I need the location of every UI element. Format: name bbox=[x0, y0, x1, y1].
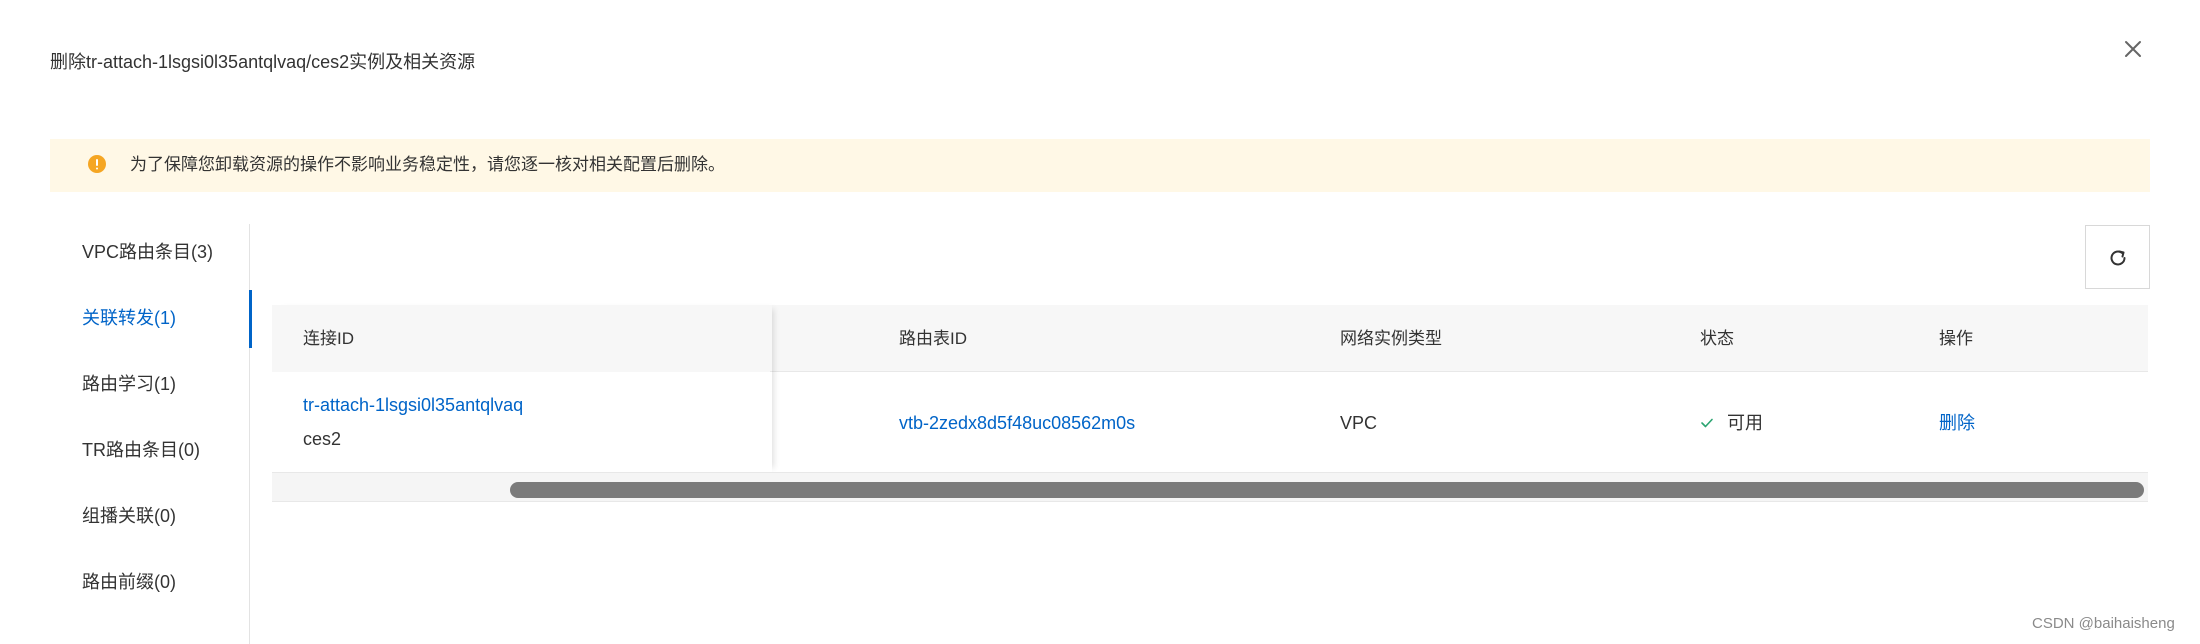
tab-label: 路由前缀(0) bbox=[82, 572, 176, 592]
tab-label: 路由学习(1) bbox=[82, 374, 176, 394]
watermark: CSDN @baihaisheng bbox=[2032, 615, 2175, 632]
tab-associated-forwarding[interactable]: 关联转发(1) bbox=[50, 290, 252, 348]
table-header: 连接ID 路由表ID 网络实例类型 状态 操作 bbox=[272, 305, 2148, 372]
instance-type: VPC bbox=[1340, 413, 1378, 433]
warning-alert: 为了保障您卸载资源的操作不影响业务稳定性，请您逐一核对相关配置后删除。 bbox=[50, 139, 2150, 192]
tab-vpc-route-entries[interactable]: VPC路由条目(3) bbox=[50, 224, 250, 282]
delete-link[interactable]: 删除 bbox=[1939, 411, 1975, 435]
tab-tr-route-entries[interactable]: TR路由条目(0) bbox=[50, 422, 250, 480]
tab-label: VPC路由条目(3) bbox=[82, 242, 214, 262]
tab-label: 组播关联(0) bbox=[82, 506, 176, 526]
column-header-attachment-id: 连接ID bbox=[303, 329, 354, 348]
column-header-status: 状态 bbox=[1700, 329, 1734, 348]
status-text: 可用 bbox=[1727, 413, 1763, 433]
tab-label: TR路由条目(0) bbox=[82, 440, 200, 460]
alert-text: 为了保障您卸载资源的操作不影响业务稳定性，请您逐一核对相关配置后删除。 bbox=[130, 155, 725, 174]
tab-route-learning[interactable]: 路由学习(1) bbox=[50, 356, 250, 414]
close-button[interactable] bbox=[2118, 34, 2148, 64]
delete-dialog: 删除tr-attach-1lsgsi0l35antqlvaq/ces2实例及相关… bbox=[0, 0, 2200, 644]
tab-label: 关联转发(1) bbox=[82, 308, 176, 328]
tab-multicast-association[interactable]: 组播关联(0) bbox=[50, 488, 250, 546]
route-table-id-link[interactable]: vtb-2zedx8d5f48uc08562m0s bbox=[899, 411, 1135, 435]
column-header-action: 操作 bbox=[1939, 329, 1973, 348]
check-icon bbox=[1701, 418, 1713, 428]
dialog-title: 删除tr-attach-1lsgsi0l35antqlvaq/ces2实例及相关… bbox=[50, 52, 476, 72]
table-row: tr-attach-1lsgsi0l35antqlvaq ces2 vtb-2z… bbox=[272, 372, 2148, 478]
attachment-name: ces2 bbox=[303, 429, 342, 449]
scrollbar-thumb[interactable] bbox=[510, 482, 2144, 498]
refresh-button[interactable] bbox=[2085, 225, 2150, 289]
close-icon bbox=[2125, 41, 2141, 57]
warning-icon bbox=[88, 155, 106, 173]
resource-tabs: VPC路由条目(3) 关联转发(1) 路由学习(1) TR路由条目(0) 组播关… bbox=[50, 224, 252, 644]
column-header-instance-type: 网络实例类型 bbox=[1340, 329, 1442, 348]
forwarding-table: 连接ID 路由表ID 网络实例类型 状态 操作 tr-attach-1lsgsi… bbox=[272, 305, 2148, 502]
refresh-icon bbox=[2110, 250, 2126, 266]
tab-route-prefix[interactable]: 路由前缀(0) bbox=[50, 554, 250, 612]
column-header-route-table-id: 路由表ID bbox=[899, 329, 967, 348]
attachment-id-link[interactable]: tr-attach-1lsgsi0l35antqlvaq bbox=[303, 393, 523, 417]
horizontal-scrollbar[interactable] bbox=[272, 472, 2148, 502]
